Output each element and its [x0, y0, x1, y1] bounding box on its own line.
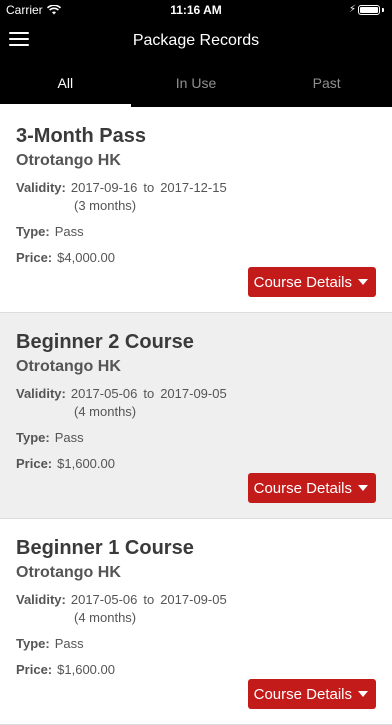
type-row: Type: Pass — [16, 223, 376, 241]
package-card: Beginner 2 Course Otrotango HK Validity:… — [0, 313, 392, 519]
validity-label: Validity: — [16, 180, 66, 195]
charging-icon: ⚡ — [348, 4, 356, 15]
validity-to-label: to — [143, 592, 155, 607]
validity-label: Validity: — [16, 386, 66, 401]
course-details-button[interactable]: Course Details — [247, 679, 376, 709]
package-organization: Otrotango HK — [16, 358, 121, 375]
validity-end: 2017-09-05 — [160, 592, 227, 607]
price-row: Price: $4,000.00 — [16, 249, 376, 267]
validity-start: 2017-05-06 — [70, 592, 138, 607]
validity-duration: (4 months) — [74, 404, 137, 419]
course-details-label: Course Details — [253, 685, 352, 703]
tab-bar: All In Use Past — [0, 62, 392, 107]
type-value: Pass — [54, 224, 84, 239]
validity-end: 2017-09-05 — [160, 386, 227, 401]
package-card: Beginner 1 Course Otrotango HK Validity:… — [0, 519, 392, 725]
course-details-button[interactable]: Course Details — [247, 267, 376, 297]
package-organization: Otrotango HK — [16, 564, 121, 581]
package-title: Beginner 1 Course — [16, 537, 194, 559]
type-row: Type: Pass — [16, 635, 376, 653]
caret-down-icon — [358, 691, 368, 697]
package-title: Beginner 2 Course — [16, 331, 194, 353]
price-row: Price: $1,600.00 — [16, 455, 376, 473]
package-organization: Otrotango HK — [16, 152, 121, 169]
status-bar: Carrier 11:16 AM ⚡ — [0, 0, 392, 20]
validity-start: 2017-05-06 — [70, 386, 138, 401]
caret-down-icon — [358, 279, 368, 285]
package-card: 3-Month Pass Otrotango HK Validity: 2017… — [0, 107, 392, 313]
validity-to-label: to — [143, 180, 155, 195]
price-label: Price: — [16, 250, 53, 265]
type-value: Pass — [54, 430, 84, 445]
status-time: 11:16 AM — [170, 3, 222, 17]
course-details-label: Course Details — [253, 273, 352, 291]
type-label: Type: — [16, 430, 50, 445]
page-title: Package Records — [132, 32, 260, 49]
price-label: Price: — [16, 662, 53, 677]
nav-bar: Package Records — [0, 20, 392, 62]
caret-down-icon — [358, 485, 368, 491]
course-details-button[interactable]: Course Details — [247, 473, 376, 503]
type-label: Type: — [16, 636, 50, 651]
price-value: $1,600.00 — [57, 662, 115, 677]
validity-row: Validity: 2017-05-06 to 2017-09-05 — [16, 385, 376, 403]
tab-past[interactable]: Past — [261, 62, 392, 107]
validity-duration: (4 months) — [74, 610, 137, 625]
tab-in-use[interactable]: In Use — [131, 62, 262, 107]
validity-duration: (3 months) — [74, 198, 137, 213]
type-label: Type: — [16, 224, 50, 239]
course-details-label: Course Details — [253, 479, 352, 497]
battery-indicator: ⚡ — [349, 4, 384, 15]
price-value: $4,000.00 — [57, 250, 115, 265]
battery-icon — [358, 4, 380, 15]
validity-end: 2017-12-15 — [160, 180, 227, 195]
validity-start: 2017-09-16 — [70, 180, 138, 195]
validity-label: Validity: — [16, 592, 66, 607]
type-row: Type: Pass — [16, 429, 376, 447]
price-row: Price: $1,600.00 — [16, 661, 376, 679]
package-list: 3-Month Pass Otrotango HK Validity: 2017… — [0, 107, 392, 725]
validity-to-label: to — [143, 386, 155, 401]
validity-row: Validity: 2017-09-16 to 2017-12-15 — [16, 179, 376, 197]
type-value: Pass — [54, 636, 84, 651]
package-title: 3-Month Pass — [16, 125, 147, 147]
price-value: $1,600.00 — [57, 456, 115, 471]
tab-all[interactable]: All — [0, 62, 131, 107]
price-label: Price: — [16, 456, 53, 471]
validity-row: Validity: 2017-05-06 to 2017-09-05 — [16, 591, 376, 609]
